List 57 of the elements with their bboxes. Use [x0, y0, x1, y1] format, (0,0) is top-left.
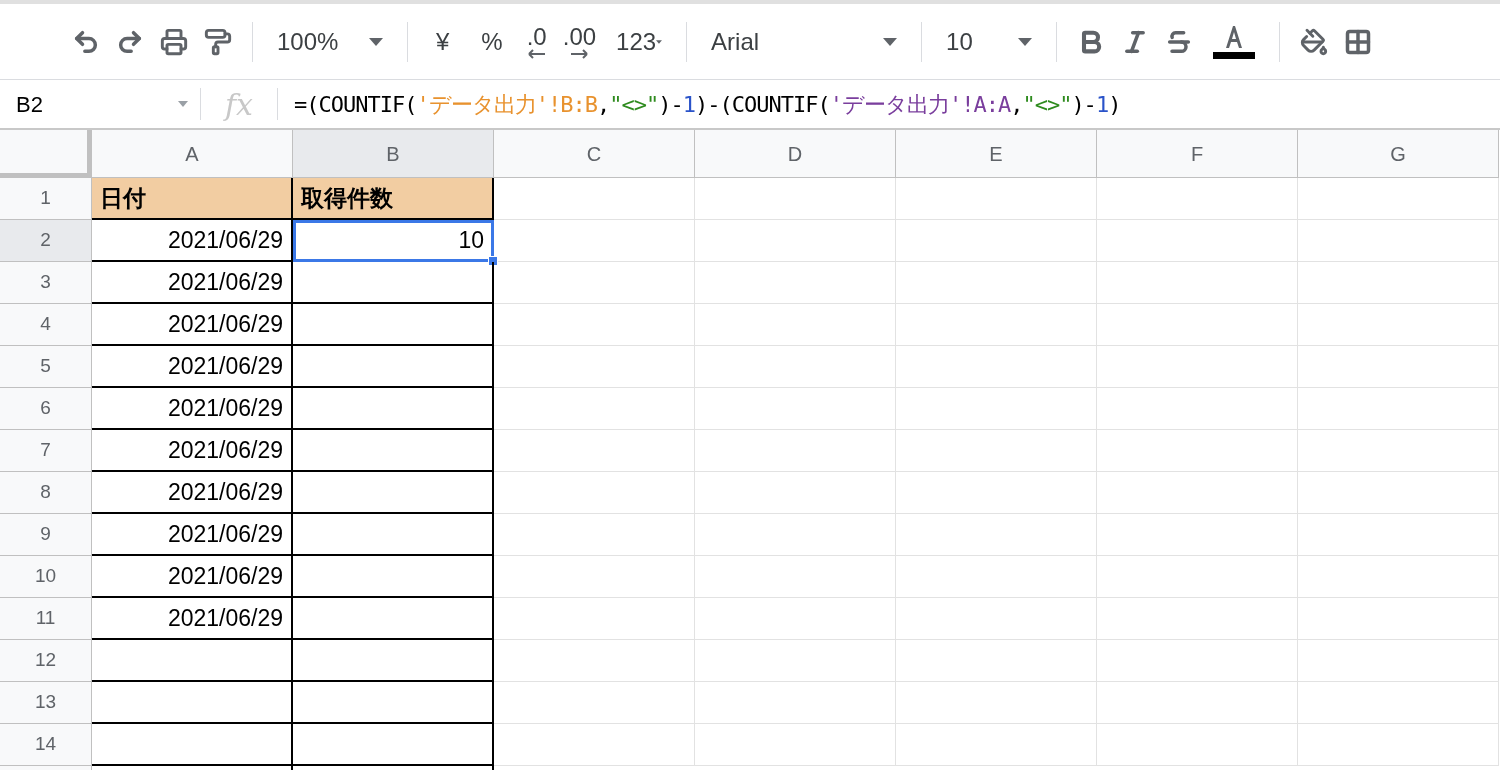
row-header[interactable]: 10 — [0, 556, 92, 598]
caret-icon — [178, 101, 188, 107]
row-header[interactable]: 2 — [0, 220, 92, 262]
column-header[interactable]: E — [896, 130, 1097, 178]
fill-handle[interactable] — [488, 256, 498, 266]
row-header[interactable]: 4 — [0, 304, 92, 346]
increase-decimal-button[interactable]: .00 — [554, 24, 605, 59]
row-header[interactable]: 9 — [0, 514, 92, 556]
table-cell: 2021/06/29 — [92, 388, 293, 430]
table-cell: 日付 — [92, 178, 293, 220]
table-cell: 2021/06/29 — [92, 346, 293, 388]
column-header[interactable]: F — [1097, 130, 1298, 178]
toolbar-dropdown[interactable]: 10 — [934, 23, 1045, 60]
left-arrow-icon — [527, 48, 546, 59]
row-header[interactable]: 3 — [0, 262, 92, 304]
table-cell: 10 — [293, 220, 494, 262]
row-header[interactable]: 13 — [0, 682, 92, 724]
row-header[interactable]: 11 — [0, 598, 92, 640]
grid-icon — [1344, 27, 1373, 56]
caret-icon — [656, 37, 663, 46]
formula-input[interactable]: =(COUNTIF('データ出力'!B:B,"<>")-1)-(COUNTIF('データ出力'!A:A,"<>")-1) — [278, 87, 1121, 121]
column-header[interactable]: B — [293, 130, 494, 178]
table-cell: 2021/06/29 — [92, 556, 293, 598]
toolbar-dropdown[interactable]: Arial — [699, 23, 910, 60]
table-cell: 取得件数 — [293, 178, 494, 220]
caret-icon — [1018, 37, 1033, 46]
toolbar-dropdown[interactable]: 100% — [265, 23, 395, 60]
column-header[interactable]: D — [695, 130, 896, 178]
printer-icon — [160, 27, 188, 56]
table-cell: 2021/06/29 — [92, 304, 293, 346]
format-button[interactable]: ¥ — [420, 23, 466, 60]
row-header[interactable]: 1 — [0, 178, 92, 220]
row-header[interactable]: 7 — [0, 430, 92, 472]
column-header[interactable]: A — [92, 130, 293, 178]
row-header[interactable]: 14 — [0, 724, 92, 766]
row-header[interactable]: 8 — [0, 472, 92, 514]
row-header[interactable]: 5 — [0, 346, 92, 388]
column-header[interactable]: C — [494, 130, 695, 178]
decrease-decimal-button[interactable]: .0 — [518, 24, 555, 59]
table-cell: 2021/06/29 — [92, 430, 293, 472]
right-arrow-icon — [570, 48, 589, 59]
table-cell: 2021/06/29 — [92, 514, 293, 556]
row-header[interactable]: 12 — [0, 640, 92, 682]
table-cell: 2021/06/29 — [92, 262, 293, 304]
row-header[interactable]: 6 — [0, 388, 92, 430]
caret-icon — [369, 37, 383, 46]
table-cell: 2021/06/29 — [92, 220, 293, 262]
column-header[interactable]: G — [1298, 130, 1499, 178]
format-button[interactable]: % — [465, 23, 519, 60]
cell-reference: B2 — [16, 90, 43, 119]
table-cell: 2021/06/29 — [92, 472, 293, 514]
toolbar-dropdown[interactable]: 123 — [604, 23, 675, 60]
name-box[interactable]: B2 — [0, 87, 200, 121]
table-cell: 2021/06/29 — [92, 598, 293, 640]
paint-bucket-icon — [1300, 27, 1329, 56]
paint-roller-icon — [204, 27, 232, 56]
caret-icon — [883, 37, 898, 46]
